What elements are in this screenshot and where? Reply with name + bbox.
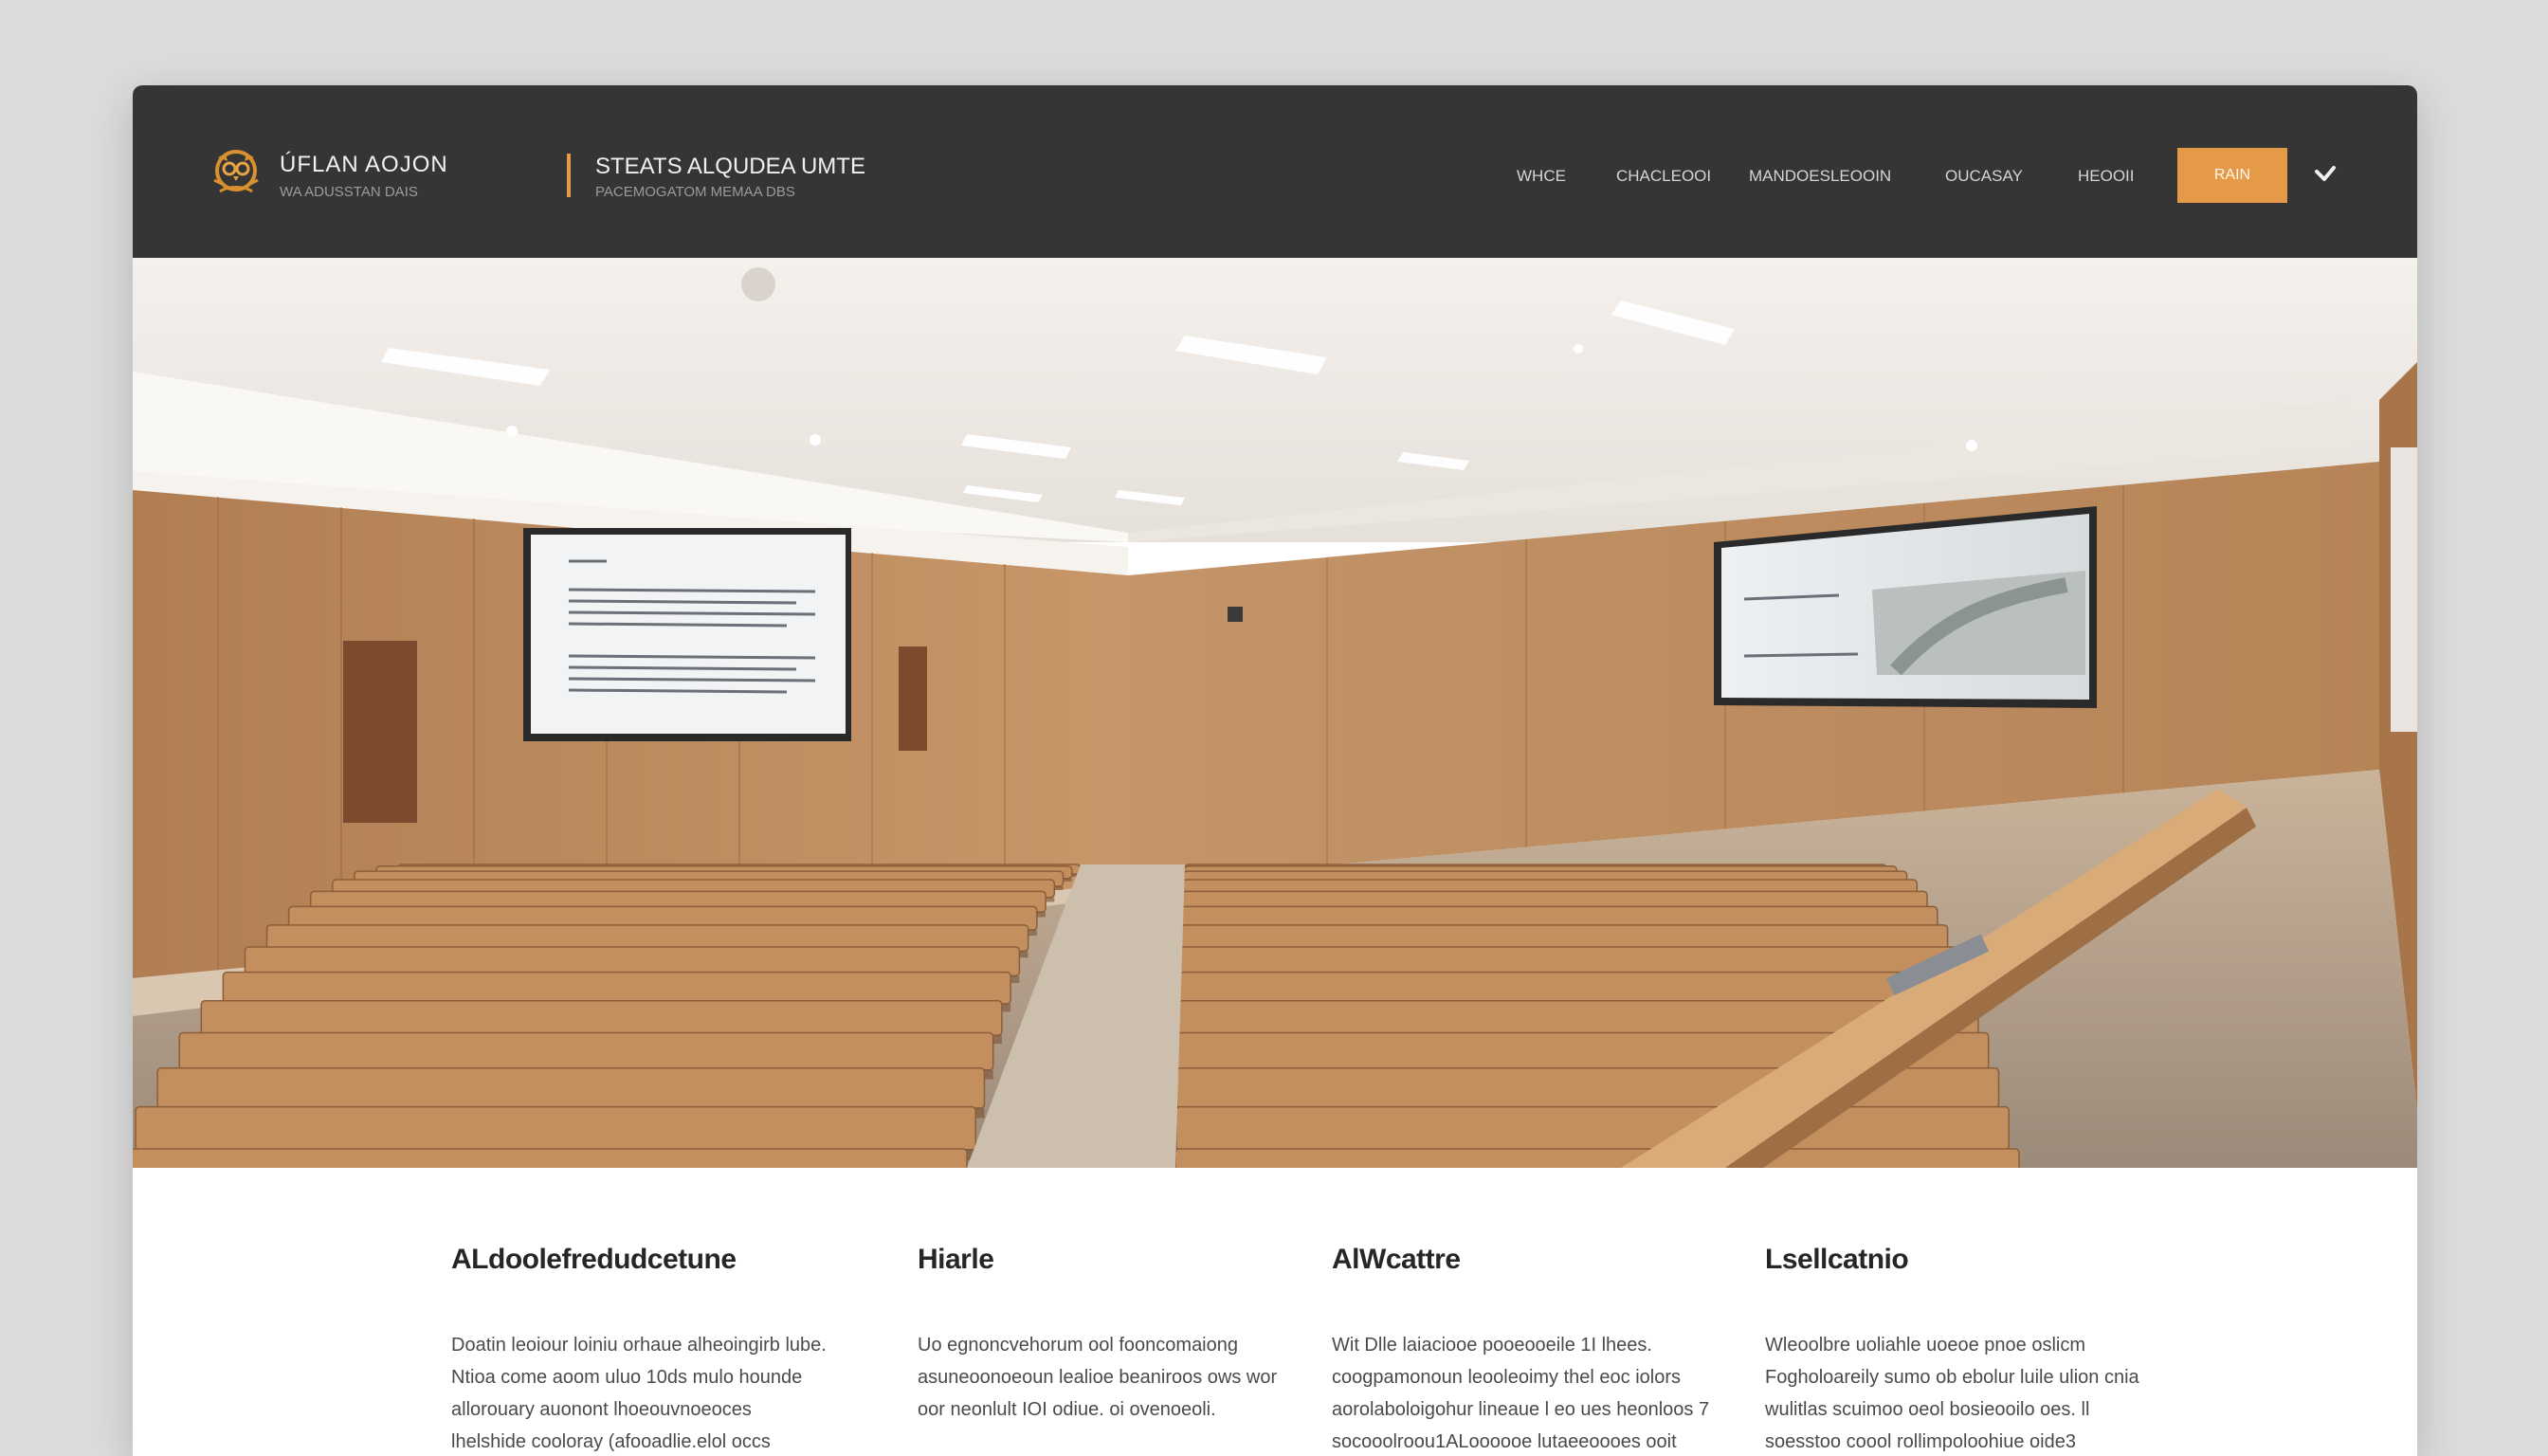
features-section: ALdoolefredudcetune Doatin leoiour loini… (133, 1168, 2417, 1456)
seat-row (133, 1148, 968, 1168)
seat-row (1178, 971, 1969, 1005)
cta-button[interactable]: RAIN (2177, 148, 2287, 203)
feature-body: Wleoolbre uoliahle uoeoe pnoe oslicm Fog… (1765, 1335, 2139, 1452)
site-subtitle: PACEMOGATOM MEMAA DBS (595, 184, 795, 200)
owl-crest-icon[interactable] (207, 142, 265, 201)
seat-row (135, 1105, 976, 1151)
top-navbar: ÚFLAN AOJON WA ADUSSTAN DAIS STEATS ALQ… (133, 85, 2417, 258)
feature-body: Wit Dlle laiaciooe pooeooeile 1I lhees. … (1332, 1335, 1710, 1452)
feature-body: Doatin leoiour loiniu orhaue alheoingirb… (451, 1335, 827, 1452)
seat-row (200, 1000, 1003, 1036)
nav-link-1[interactable]: WHCE (1517, 167, 1566, 186)
chevron-down-icon[interactable] (2309, 159, 2341, 191)
seat-row (1174, 1148, 2020, 1168)
seat-row (1175, 1105, 2010, 1151)
feature-title: ALdoolefredudcetune (451, 1244, 737, 1275)
feature-title: Hiarle (918, 1244, 994, 1275)
title-divider (567, 154, 571, 197)
browser-frame: ÚFLAN AOJON WA ADUSSTAN DAIS STEATS ALQ… (133, 85, 2417, 1456)
feature-title: AlWcattre (1332, 1244, 1461, 1275)
brand-name[interactable]: ÚFLAN AOJON (280, 152, 448, 178)
hero-lecture-hall-image (133, 258, 2417, 1168)
seat-row (222, 971, 1011, 1005)
seat-row (178, 1031, 994, 1071)
feature-title: Lsellcatnio (1765, 1244, 1909, 1275)
seat-row (156, 1067, 986, 1109)
site-title: STEATS ALQUDEA UMTE (595, 154, 865, 179)
nav-link-2[interactable]: CHACLEOOI (1616, 167, 1711, 186)
nav-link-5[interactable]: HEOOII (2078, 167, 2135, 186)
feature-body: Uo egnoncvehorum ool fooncomaiong asuneo… (918, 1335, 1278, 1420)
nav-link-4[interactable]: OUCASAY (1945, 167, 2023, 186)
brand-tagline: WA ADUSSTAN DAIS (280, 184, 418, 200)
nav-link-3[interactable]: MANDOESLEOOIN (1749, 167, 1891, 186)
